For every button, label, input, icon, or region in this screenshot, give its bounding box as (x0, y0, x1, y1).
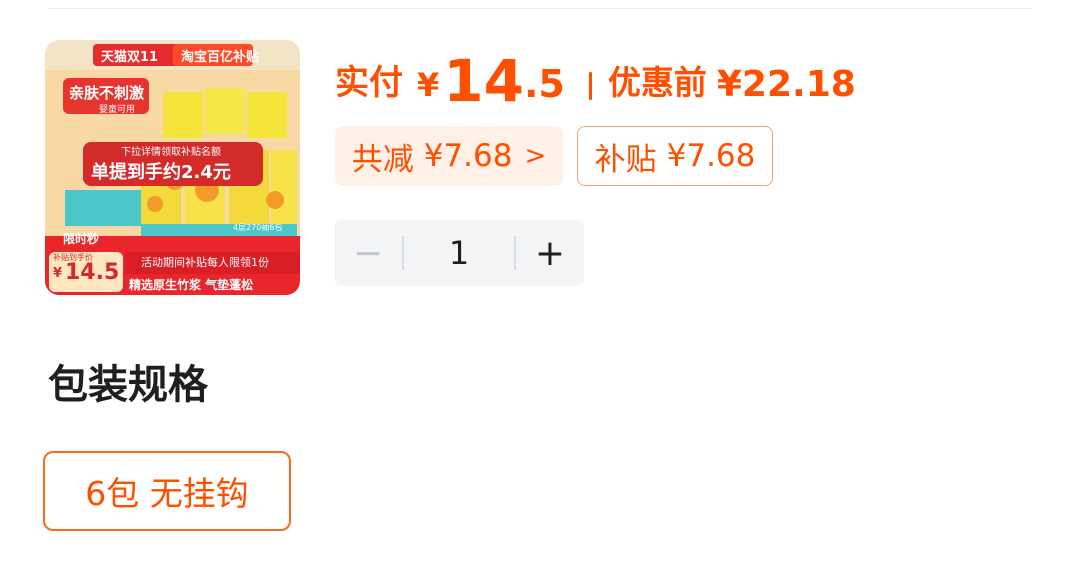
spec-option-selected[interactable]: 6包 无挂钩 (43, 451, 291, 531)
badge-tmall: 天猫双11 (101, 50, 159, 65)
image-spec-tag: 4层270抽6包 (233, 223, 283, 232)
total-discount-value: ¥7.68 (423, 138, 513, 174)
original-price-value: ¥22.18 (716, 64, 856, 105)
total-discount-chip[interactable]: 共减 ¥7.68 > (335, 126, 563, 186)
original-price-label: 优惠前 (607, 63, 707, 102)
product-image[interactable]: 天猫双11 淘宝百亿补贴 亲肤不刺激 婴童可用 下拉详情领取补贴名额 单提到手约… (45, 40, 300, 295)
image-tagline-sub: 婴童可用 (99, 105, 136, 115)
total-discount-label: 共减 (351, 141, 414, 178)
image-flash-label: 限时秒 (63, 232, 100, 246)
paid-currency: ¥ (417, 66, 440, 104)
chevron-right-icon: > (524, 141, 547, 171)
image-hint: 下拉详情领取补贴名额 (121, 147, 221, 158)
paid-price-integer: 14 (443, 47, 524, 115)
subsidy-value: ¥7.68 (666, 138, 756, 174)
price-separator (588, 72, 592, 100)
quantity-value[interactable]: 1 (404, 234, 514, 272)
decrease-button[interactable]: − (334, 220, 402, 286)
price-row: 实付 ¥ 14 .5 优惠前 ¥22.18 (335, 44, 856, 114)
subsidy-label: 补贴 (594, 141, 657, 178)
spec-section-title: 包装规格 (48, 362, 208, 408)
subsidy-chip: 补贴 ¥7.68 (577, 126, 773, 186)
quantity-stepper: − 1 + (334, 220, 584, 286)
image-price: 14.5 (65, 260, 120, 285)
paid-price-decimal: .5 (523, 62, 565, 106)
paid-label: 实付 (335, 63, 403, 103)
image-activity: 活动期间补贴每人限领1份 (141, 256, 269, 269)
increase-button[interactable]: + (516, 220, 584, 286)
image-features: 精选原生竹浆 气垫蓬松 (129, 278, 254, 292)
badge-subsidy: 淘宝百亿补贴 (181, 50, 260, 65)
image-price-yen: ¥ (53, 266, 63, 281)
top-divider (48, 8, 1032, 9)
image-promo: 单提到手约2.4元 (91, 162, 231, 183)
image-tagline: 亲肤不刺激 (69, 84, 145, 102)
